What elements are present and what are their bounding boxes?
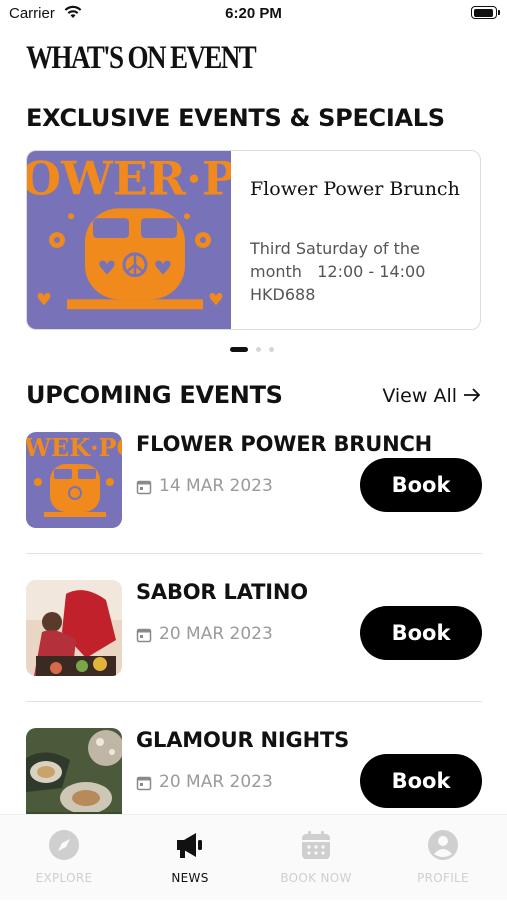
book-button[interactable]: Book — [360, 754, 482, 808]
arrow-right-icon — [464, 388, 481, 402]
event-thumbnail — [26, 580, 122, 676]
tab-label: EXPLORE — [35, 871, 93, 885]
pager-dot[interactable] — [256, 347, 261, 352]
pager-dot[interactable] — [269, 347, 274, 352]
event-thumbnail — [26, 728, 122, 824]
event-row[interactable]: SABOR LATINO 20 MAR 2023 Book — [26, 580, 482, 710]
user-icon — [428, 830, 458, 860]
tab-book-now[interactable]: BOOK NOW — [253, 815, 379, 901]
event-date-text: 14 MAR 2023 — [159, 476, 273, 496]
megaphone-icon — [177, 833, 202, 858]
tab-explore[interactable]: EXPLORE — [1, 815, 127, 901]
pager-dot[interactable] — [230, 347, 248, 352]
book-button[interactable]: Book — [360, 458, 482, 512]
calendar-icon — [302, 831, 330, 859]
svg-text:OWER·POW: OWER·POW — [27, 152, 231, 206]
featured-event-price: HKD688 — [250, 285, 316, 304]
clock: 6:20 PM — [225, 5, 282, 22]
tab-label: BOOK NOW — [280, 871, 352, 885]
status-bar: Carrier 6:20 PM — [0, 0, 507, 30]
compass-icon — [49, 830, 79, 860]
carousel-pager — [0, 347, 507, 353]
view-all-label: View All — [382, 385, 457, 407]
exclusive-events-heading: EXCLUSIVE EVENTS & SPECIALS — [26, 104, 445, 132]
event-name: SABOR LATINO — [136, 580, 308, 604]
calendar-icon — [136, 776, 152, 791]
battery-icon — [471, 6, 500, 19]
featured-event-title: Flower Power Brunch — [250, 178, 460, 200]
tab-news[interactable]: NEWS — [127, 815, 253, 901]
tab-profile[interactable]: PROFILE — [380, 815, 506, 901]
divider — [26, 701, 482, 702]
event-thumbnail: WEK·PO — [26, 432, 122, 528]
calendar-icon — [136, 628, 152, 643]
tab-label: PROFILE — [417, 871, 469, 885]
page-title: WHAT'S ON EVENT — [26, 40, 257, 76]
book-button[interactable]: Book — [360, 606, 482, 660]
flower-power-poster-image: OWER·POW — [27, 151, 231, 329]
featured-event-time: 12:00 - 14:00 — [317, 262, 426, 281]
event-row[interactable]: WEK·PO FLOWER POWER BRUNCH 14 MAR 2023 B… — [26, 432, 482, 562]
tab-bar: EXPLORE NEWS BOOK NOW PROFILE — [0, 814, 507, 900]
upcoming-events-heading: UPCOMING EVENTS — [26, 381, 283, 409]
tab-label: NEWS — [171, 871, 209, 885]
featured-event-card[interactable]: OWER·POW Flower Power Brunch Third Satur… — [26, 150, 481, 330]
svg-text:WEK·PO: WEK·PO — [26, 433, 122, 462]
calendar-icon — [136, 480, 152, 495]
event-name: GLAMOUR NIGHTS — [136, 728, 350, 752]
view-all-link[interactable]: View All — [382, 385, 481, 407]
featured-event-details: Third Saturday of the month 12:00 - 14:0… — [250, 237, 470, 306]
event-name: FLOWER POWER BRUNCH — [136, 432, 433, 456]
divider — [26, 553, 482, 554]
event-date-text: 20 MAR 2023 — [159, 624, 273, 644]
event-date-text: 20 MAR 2023 — [159, 772, 273, 792]
